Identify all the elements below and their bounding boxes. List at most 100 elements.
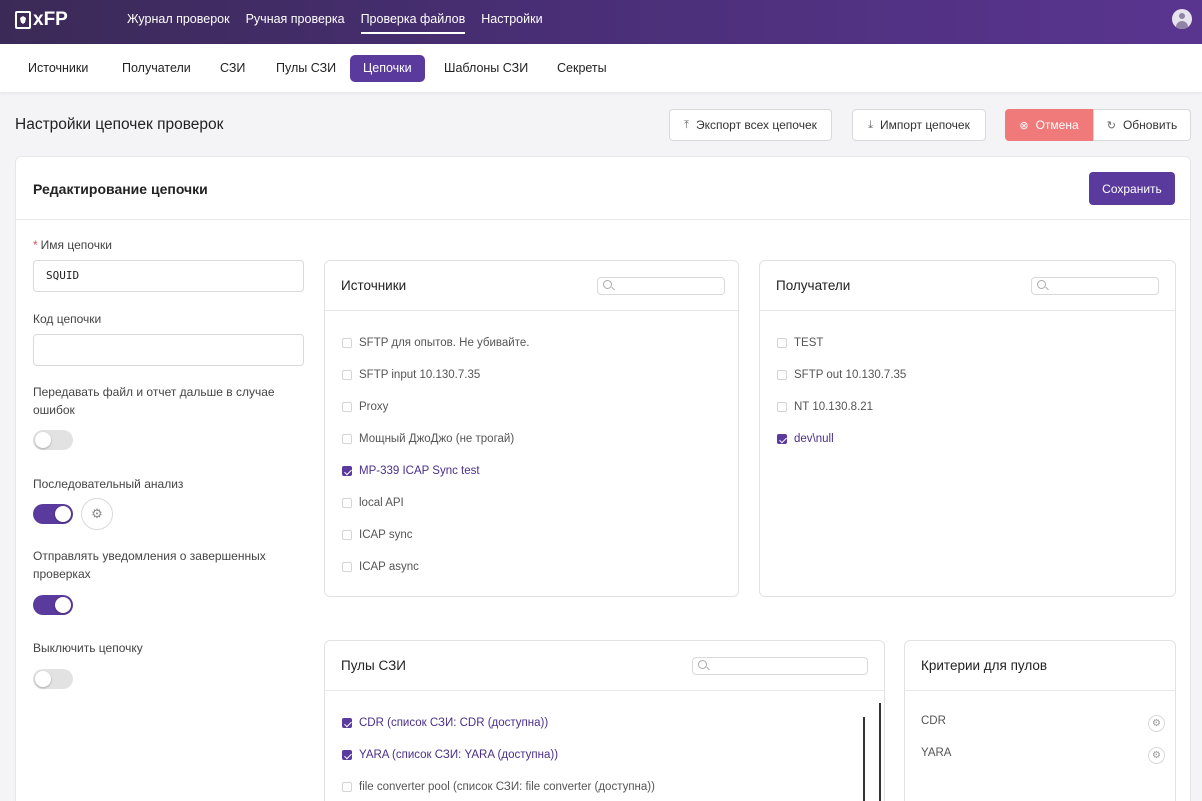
checkbox-item[interactable]: YARA (список СЗИ: YARA (доступна)) xyxy=(342,747,558,763)
checkbox-label: local API xyxy=(359,497,404,509)
checkbox-label: SFTP input 10.130.7.35 xyxy=(359,369,481,381)
sources-search-input[interactable] xyxy=(597,277,725,295)
toggle-knob xyxy=(55,597,71,613)
save-button[interactable]: Сохранить xyxy=(1089,172,1175,205)
checkbox-label: dev\null xyxy=(794,433,834,445)
app-logo[interactable]: xFP xyxy=(15,9,68,31)
checkbox-label: YARA (список СЗИ: YARA (доступна)) xyxy=(359,749,559,761)
tab-secrets[interactable]: Секреты xyxy=(544,55,620,82)
disable-chain-label: Выключить цепочку xyxy=(33,641,143,655)
export-all-button[interactable]: ⤒ Экспорт всех цепочек xyxy=(669,109,832,141)
checkbox-item[interactable]: TEST xyxy=(777,335,823,351)
tab-szi[interactable]: СЗИ xyxy=(207,55,258,82)
checkbox-item[interactable]: SFTP out 10.130.7.35 xyxy=(777,367,906,383)
chain-code-label: Код цепочки xyxy=(33,312,102,326)
checkbox-icon[interactable] xyxy=(342,530,352,540)
tab-szi-pools[interactable]: Пулы СЗИ xyxy=(263,55,349,82)
import-button[interactable]: ⤓ Импорт цепочек xyxy=(852,109,986,141)
user-avatar-icon[interactable] xyxy=(1172,9,1192,29)
search-icon xyxy=(603,280,612,289)
checkbox-checked-icon[interactable] xyxy=(342,750,352,760)
pools-scrollbar[interactable] xyxy=(863,717,865,801)
checkbox-item[interactable]: SFTP input 10.130.7.35 xyxy=(342,367,480,383)
download-icon: ⤓ xyxy=(868,118,874,131)
close-circle-icon: ⊗ xyxy=(1019,119,1029,132)
divider xyxy=(325,690,884,691)
sequential-settings-button[interactable]: ⚙ xyxy=(81,498,113,530)
checkbox-label: SFTP out 10.130.7.35 xyxy=(794,369,907,381)
tab-chains[interactable]: Цепочки xyxy=(350,55,425,82)
toggle-knob xyxy=(35,432,51,448)
checkbox-item[interactable]: NT 10.130.8.21 xyxy=(777,399,873,415)
checkbox-checked-icon[interactable] xyxy=(777,434,787,444)
pools-search-input[interactable] xyxy=(692,657,868,675)
criteria-title: Критерии для пулов xyxy=(921,658,1048,673)
checkbox-icon[interactable] xyxy=(777,338,787,348)
checkbox-item[interactable]: local API xyxy=(342,495,404,511)
notify-toggle[interactable] xyxy=(33,595,73,615)
checkbox-item[interactable]: file converter pool (список СЗИ: file co… xyxy=(342,779,655,795)
criteria-label: YARA xyxy=(921,747,952,759)
checkbox-icon[interactable] xyxy=(342,498,352,508)
receivers-search-input[interactable] xyxy=(1031,277,1159,295)
tab-szi-templates[interactable]: Шаблоны СЗИ xyxy=(431,55,541,82)
cancel-label: Отмена xyxy=(1035,118,1079,132)
checkbox-icon[interactable] xyxy=(342,402,352,412)
pools-scrollbar-outer[interactable] xyxy=(879,703,881,801)
import-label: Импорт цепочек xyxy=(880,118,970,132)
checkbox-icon[interactable] xyxy=(342,562,352,572)
checkbox-item[interactable]: ICAP async xyxy=(342,559,419,575)
refresh-label: Обновить xyxy=(1122,118,1178,132)
sources-title: Источники xyxy=(341,278,407,293)
checkbox-item[interactable]: dev\null xyxy=(777,431,834,447)
export-all-label: Экспорт всех цепочек xyxy=(695,118,817,132)
checkbox-item[interactable]: CDR (список СЗИ: CDR (доступна)) xyxy=(342,715,548,731)
checkbox-label: Proxy xyxy=(359,401,389,413)
cancel-button[interactable]: ⊗ Отмена xyxy=(1005,109,1093,141)
search-icon xyxy=(698,660,707,669)
checkbox-label: file converter pool (список СЗИ: file co… xyxy=(359,781,655,793)
chain-name-label-text: Имя цепочки xyxy=(40,238,112,252)
checkbox-icon[interactable] xyxy=(342,782,352,792)
pass-on-error-label: Передавать файл и отчет дальше в случае … xyxy=(33,385,275,417)
checkbox-item[interactable]: ICAP sync xyxy=(342,527,412,543)
checkbox-icon[interactable] xyxy=(777,402,787,412)
checkbox-label: ICAP sync xyxy=(359,529,413,541)
nav-item-settings[interactable]: Настройки xyxy=(481,0,542,44)
nav-item-file-check[interactable]: Проверка файлов xyxy=(360,0,465,44)
gear-icon[interactable]: ⚙ xyxy=(1148,715,1165,732)
checkbox-label: SFTP для опытов. Не убивайте. xyxy=(359,337,530,349)
main-nav: Журнал проверок Ручная проверка Проверка… xyxy=(127,0,559,44)
pass-on-error-toggle[interactable] xyxy=(33,430,73,450)
tab-receivers[interactable]: Получатели xyxy=(109,55,204,82)
checkbox-item[interactable]: SFTP для опытов. Не убивайте. xyxy=(342,335,529,351)
editor-title: Редактирование цепочки xyxy=(33,181,208,197)
sequential-analysis-toggle[interactable] xyxy=(33,504,73,524)
checkbox-label: CDR (список СЗИ: CDR (доступна)) xyxy=(359,717,549,729)
checkbox-label: TEST xyxy=(794,337,824,349)
logo-text: xFP xyxy=(33,9,68,30)
disable-chain-toggle[interactable] xyxy=(33,669,73,689)
criteria-item: YARA ⚙ xyxy=(921,747,1165,765)
chain-name-input[interactable]: SQUID xyxy=(33,260,304,292)
divider xyxy=(325,310,738,311)
checkbox-checked-icon[interactable] xyxy=(342,466,352,476)
checkbox-item[interactable]: Proxy xyxy=(342,399,388,415)
nav-item-journal[interactable]: Журнал проверок xyxy=(127,0,230,44)
tab-sources[interactable]: Источники xyxy=(15,55,101,82)
checkbox-icon[interactable] xyxy=(342,434,352,444)
checkbox-icon[interactable] xyxy=(777,370,787,380)
refresh-icon: ↻ xyxy=(1106,119,1116,132)
divider xyxy=(16,219,1190,220)
checkbox-item[interactable]: MP-339 ICAP Sync test xyxy=(342,463,480,479)
checkbox-icon[interactable] xyxy=(342,370,352,380)
nav-item-manual-check[interactable]: Ручная проверка xyxy=(246,0,345,44)
checkbox-icon[interactable] xyxy=(342,338,352,348)
divider xyxy=(760,310,1175,311)
gear-icon[interactable]: ⚙ xyxy=(1148,747,1165,764)
refresh-button[interactable]: ↻ Обновить xyxy=(1093,109,1191,141)
chain-code-input[interactable] xyxy=(33,334,304,366)
toggle-knob xyxy=(55,506,71,522)
checkbox-item[interactable]: Мощный ДжоДжо (не трогай) xyxy=(342,431,514,447)
checkbox-checked-icon[interactable] xyxy=(342,718,352,728)
